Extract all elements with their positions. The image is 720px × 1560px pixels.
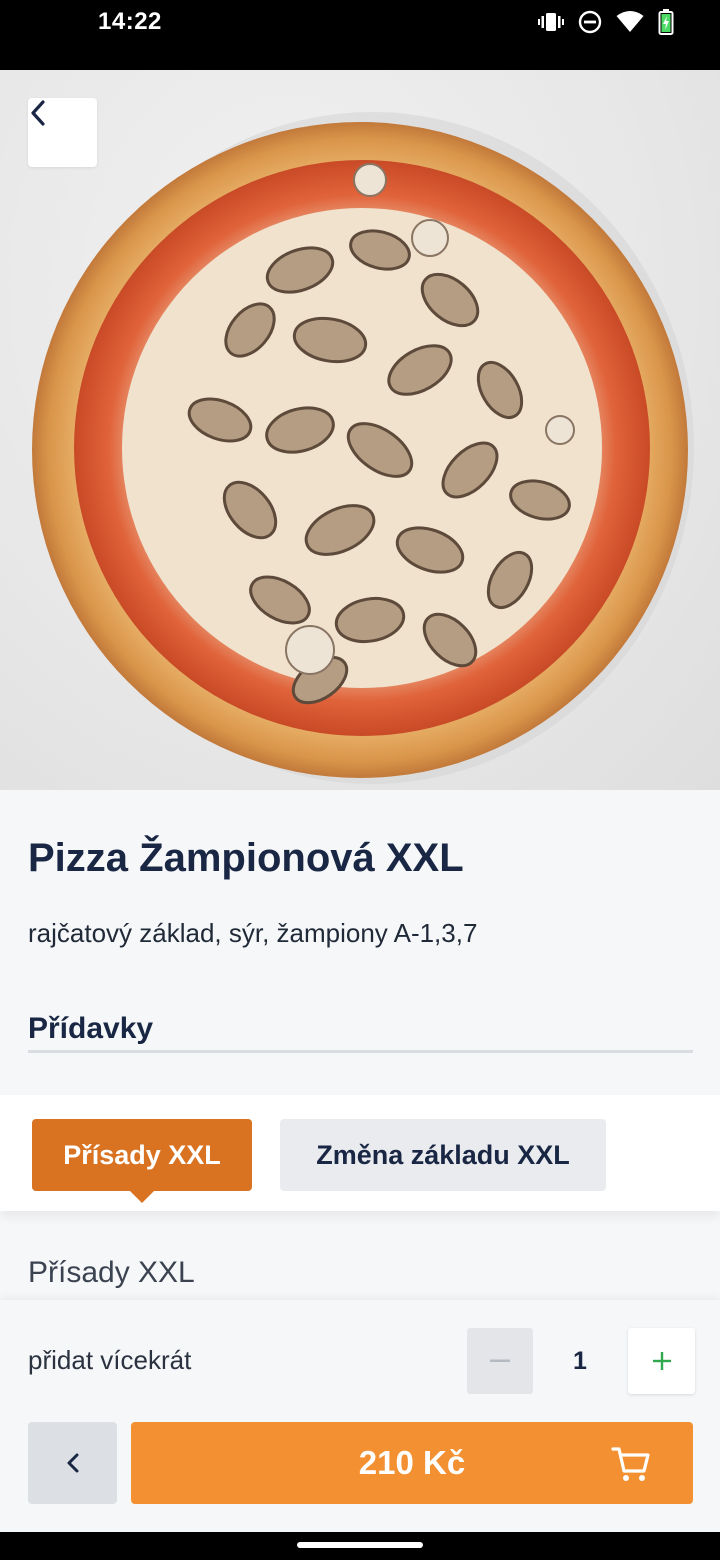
chevron-left-icon bbox=[67, 1453, 78, 1473]
tabs-bar: Přísady XXL Změna základu XXL bbox=[0, 1095, 720, 1211]
section-label: Přísady XXL bbox=[28, 1256, 195, 1289]
battery-icon bbox=[658, 9, 674, 35]
add-to-cart-button[interactable]: 210 Kč bbox=[131, 1422, 693, 1504]
cart-icon bbox=[611, 1445, 651, 1488]
vibrate-icon bbox=[538, 11, 564, 33]
wifi-icon bbox=[616, 11, 644, 33]
pizza-image bbox=[32, 112, 694, 784]
navigation-bar bbox=[0, 1532, 720, 1560]
status-icons bbox=[538, 8, 674, 36]
status-bar: 14:22 bbox=[0, 0, 720, 70]
product-image bbox=[0, 70, 720, 790]
bottom-panel: přidat vícekrát 1 210 Kč bbox=[0, 1300, 720, 1532]
add-multiple-label: přidat vícekrát bbox=[28, 1345, 192, 1375]
decrease-button[interactable] bbox=[467, 1328, 533, 1394]
bottom-back-button[interactable] bbox=[28, 1422, 117, 1504]
tab-zmena-zakladu-xxl[interactable]: Změna základu XXL bbox=[280, 1119, 606, 1191]
cart-price: 210 Kč bbox=[358, 1444, 466, 1481]
minus-icon bbox=[490, 1359, 510, 1362]
product-detail-screen: Pizza Žampionová XXL rajčatový základ, s… bbox=[0, 70, 720, 1532]
home-handle[interactable] bbox=[297, 1542, 423, 1548]
quantity-value: 1 bbox=[573, 1346, 587, 1375]
tab-prisady-xxl[interactable]: Přísady XXL bbox=[32, 1119, 252, 1203]
product-title: Pizza Žampionová XXL bbox=[28, 836, 464, 880]
do-not-disturb-icon bbox=[578, 10, 602, 34]
status-time: 14:22 bbox=[98, 8, 162, 35]
increase-button[interactable] bbox=[628, 1328, 695, 1394]
product-description: rajčatový základ, sýr, žampiony A-1,3,7 bbox=[28, 918, 478, 948]
chevron-left-icon bbox=[31, 100, 45, 126]
divider bbox=[28, 1050, 693, 1053]
extras-heading: Přídavky bbox=[28, 1012, 154, 1045]
plus-icon bbox=[652, 1352, 671, 1370]
back-button[interactable] bbox=[28, 98, 97, 167]
